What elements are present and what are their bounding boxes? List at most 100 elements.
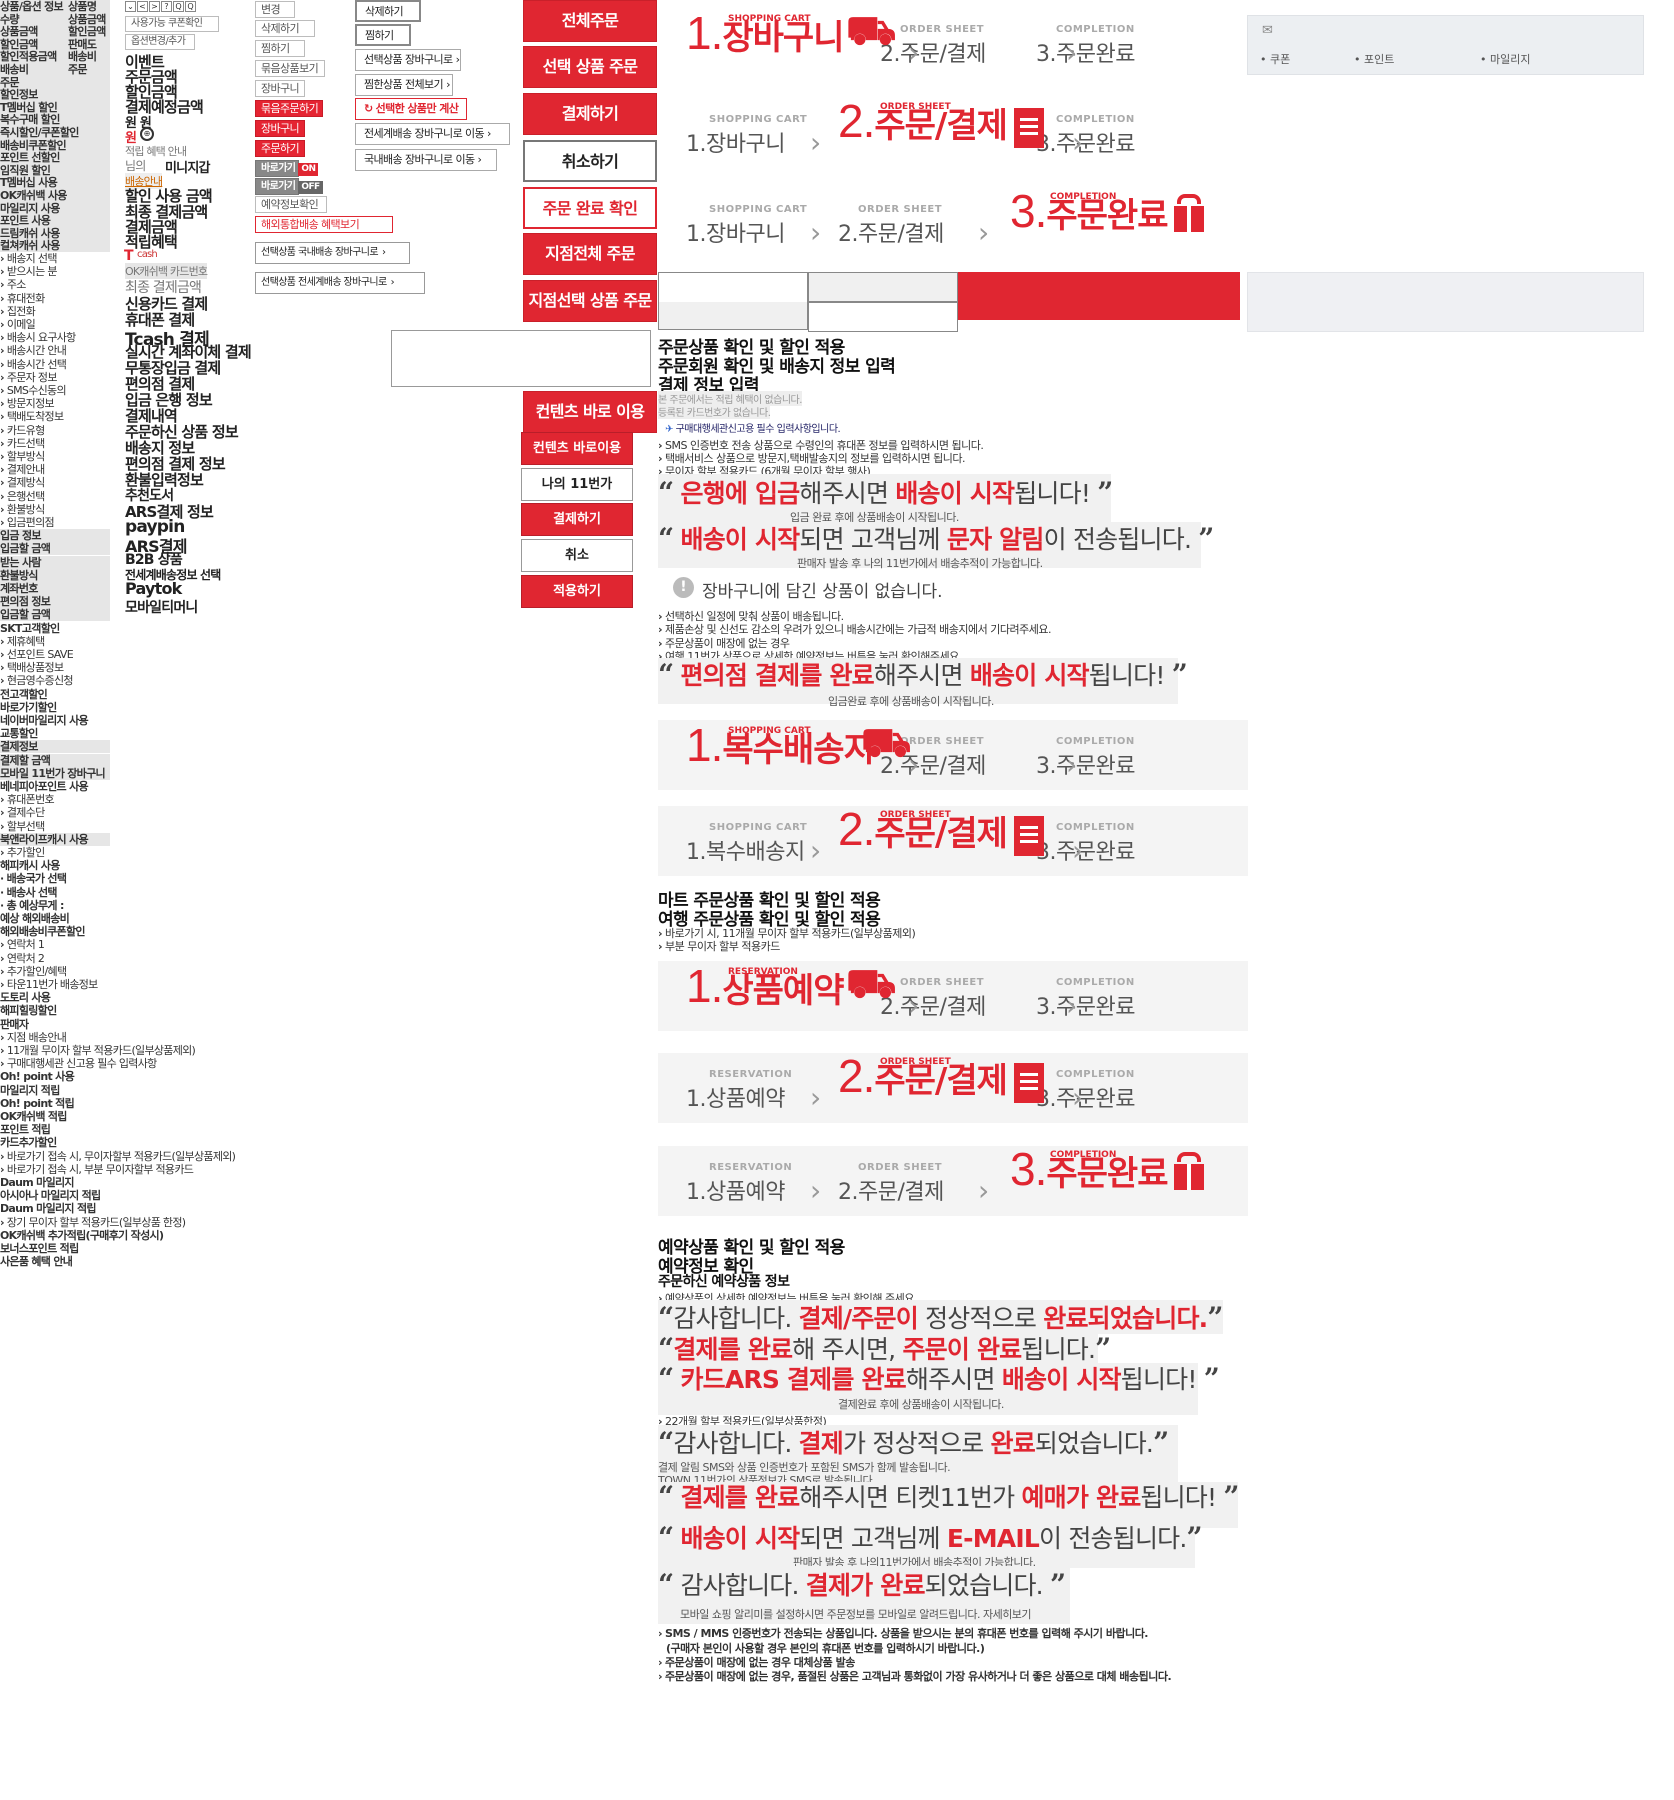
quote-thanks-complete-sub[interactable]: 모바일 쇼핑 알리미를 설정하시면 주문정보를 모바일로 알려드립니다. 자세히… — [680, 1606, 1032, 1622]
label-item: 배송비쿠폰할인 — [0, 138, 110, 152]
chevron-right-icon: › — [1066, 989, 1078, 1022]
refresh-icon: ↻ — [364, 102, 373, 115]
label-text: 보너스포인트 적립 — [0, 1242, 79, 1255]
big-button[interactable]: 지점선택 상품 주문 — [523, 280, 657, 322]
step-caption-en: ORDER SHEET — [900, 24, 985, 35]
small-button-label: 예약정보확인 — [261, 198, 319, 211]
big-button[interactable]: 선택 상품 주문 — [523, 46, 657, 88]
document-icon — [1014, 108, 1044, 148]
action-button[interactable]: 찜하기 — [355, 24, 411, 46]
small-button[interactable]: 예약정보확인 — [255, 196, 327, 213]
action-button[interactable]: 전세계배송 장바구니로 이동 › — [355, 123, 510, 145]
small-button-label: 선택상품 국내배송 장바구니로 — [261, 247, 379, 258]
chevron-right-icon: › — [0, 357, 5, 371]
small-button[interactable]: 변경 — [255, 1, 295, 18]
small-button[interactable]: 찜하기 — [255, 40, 305, 57]
label-item: › 은행선택 — [0, 490, 110, 503]
small-button[interactable]: 바로가기 ON ▾ — [255, 160, 323, 177]
small-button[interactable]: 장바구니 — [255, 120, 305, 137]
label-text: 바로가기 접속 시, 무이자할부 적용카드(일부상품제외) — [6, 1149, 236, 1163]
big-button[interactable]: 전체주문 — [523, 0, 657, 42]
coupon-check-button[interactable]: 사용가능 쿠폰확인 — [125, 16, 219, 32]
chevron-down-icon: ▾ — [323, 182, 328, 191]
label-text: · 총 예상무게 : — [0, 898, 64, 912]
action-button[interactable]: 찜한상품 전체보기 › — [355, 74, 453, 96]
small-button[interactable]: 장바구니 — [255, 80, 305, 97]
mid-button[interactable]: 적용하기 — [521, 575, 633, 608]
label-text: 예상 해외배송비 — [0, 912, 70, 925]
big-button[interactable]: 지점전체 주문 — [523, 233, 657, 275]
toggle-switch[interactable]: OFF — [298, 181, 323, 194]
small-button[interactable]: 해외통합배송 혜택보기 — [255, 216, 393, 233]
action-button[interactable]: 삭제하기 — [355, 0, 421, 22]
mid-button[interactable]: 나의 11번가 — [521, 468, 633, 501]
label-item: › 장기 무이자 할부 적용카드(일부상품 한정) — [0, 1216, 186, 1229]
tab-coupon[interactable]: • 쿠폰 — [1260, 51, 1290, 67]
small-button[interactable]: 바로가기 OFF ▾ — [255, 178, 328, 195]
mid-button[interactable]: 컨텐츠 바로이용 — [521, 432, 633, 465]
small-button[interactable]: 주문하기 — [255, 140, 305, 157]
toolbar-icon[interactable]: ? — [161, 1, 172, 12]
action-button[interactable]: 국내배송 장바구니로 이동 › — [355, 149, 497, 171]
step-inactive: 1.상품예약 — [686, 1081, 785, 1113]
label-item: OK캐쉬백 추가적립(구매후기 작성시) — [0, 1229, 164, 1242]
label-text: 카드추가할인 — [0, 1136, 57, 1150]
label-item: T멤버십 사용 — [0, 176, 110, 190]
toolbar-icon[interactable]: > — [149, 1, 160, 12]
toggle-switch[interactable]: ON — [298, 163, 319, 176]
tab-active[interactable] — [958, 272, 1240, 320]
tab-point[interactable]: • 포인트 — [1354, 51, 1394, 67]
toolbar-icon[interactable]: Q — [185, 1, 196, 12]
small-button[interactable]: 묶음주문하기 — [255, 100, 323, 117]
chevron-down-icon: ▾ — [319, 164, 323, 173]
step-number: 1. — [686, 960, 723, 1012]
label-item: › 배송시간 안내 — [0, 344, 110, 357]
label-text: 배송지 선택 — [6, 252, 58, 265]
label-text: 할인정보 — [0, 88, 38, 102]
step-number: 2. — [838, 1050, 875, 1102]
step-active: 3.주문완료 — [1010, 184, 1169, 238]
mid-button[interactable]: 취소 — [521, 539, 633, 572]
toolbar-icon[interactable]: ⌄ — [125, 1, 136, 12]
action-button-label: 국내배송 장바구니로 이동 — [364, 153, 475, 166]
tab-mid-top[interactable] — [808, 272, 958, 302]
chevron-right-icon: › — [0, 489, 5, 503]
small-button-label: 바로가기 — [261, 181, 296, 192]
label-item: 카드추가할인 — [0, 1136, 110, 1149]
option-change-button[interactable]: 옵션변경/추가 — [125, 34, 195, 50]
small-button[interactable]: 선택상품 국내배송 장바구니로 › — [255, 242, 410, 264]
step-inactive: 3.주문완료 — [1036, 834, 1135, 866]
quote-convenience: “ 편의점 결제를 완료해주시면 배송이 시작됩니다! ” — [658, 658, 1188, 691]
tab-left-top[interactable] — [658, 272, 808, 302]
toolbar-icon[interactable]: < — [137, 1, 148, 12]
step-number: 3. — [1036, 42, 1057, 67]
label-item: › 휴대전화 — [0, 292, 110, 305]
chevron-right-icon: › — [0, 1057, 5, 1071]
big-button[interactable]: 취소하기 — [523, 140, 657, 182]
step-row: SHOPPING CART 1.복수배송지 ORDER SHEET 2.주문/결제 CO… — [658, 803, 1248, 876]
small-button[interactable]: 묶음상품보기 — [255, 60, 325, 77]
tab-mileage[interactable]: • 마일리지 — [1480, 51, 1530, 67]
step-inactive: 2.주문/결제 — [838, 216, 944, 248]
step-active: 1.복수배송지 — [686, 718, 875, 772]
label-text: 결제방식 — [6, 476, 45, 490]
step-number: 2. — [838, 95, 875, 147]
small-button[interactable]: 삭제하기 — [255, 20, 315, 37]
action-button[interactable]: ↻ 선택한 상품만 계산 — [355, 98, 467, 120]
action-button[interactable]: 선택상품 장바구니로 › — [355, 49, 461, 71]
tab-mid-bottom[interactable] — [808, 302, 958, 332]
step-label: 장바구니 — [706, 132, 785, 157]
big-button[interactable]: 결제하기 — [523, 93, 657, 135]
chevron-right-icon: › — [0, 846, 5, 859]
tab-left-bottom[interactable] — [658, 302, 808, 330]
empty-cart-message: 장바구니에 담긴 상품이 없습니다. — [702, 582, 943, 602]
label-text: 집전화 — [6, 304, 36, 318]
label-text: 상품/옵션 정보 — [0, 0, 64, 13]
mid-button[interactable]: 결제하기 — [521, 503, 633, 536]
action-button-label: 선택상품 장바구니로 — [364, 53, 453, 66]
toolbar-icon[interactable]: Q — [173, 1, 184, 12]
big-button[interactable]: 컨텐츠 바로 이용 — [523, 391, 657, 433]
small-button[interactable]: 선택상품 전세계배송 장바구니로 › — [255, 272, 425, 294]
big-button[interactable]: 주문 완료 확인 — [523, 187, 657, 229]
chevron-right-icon: › — [0, 951, 5, 965]
